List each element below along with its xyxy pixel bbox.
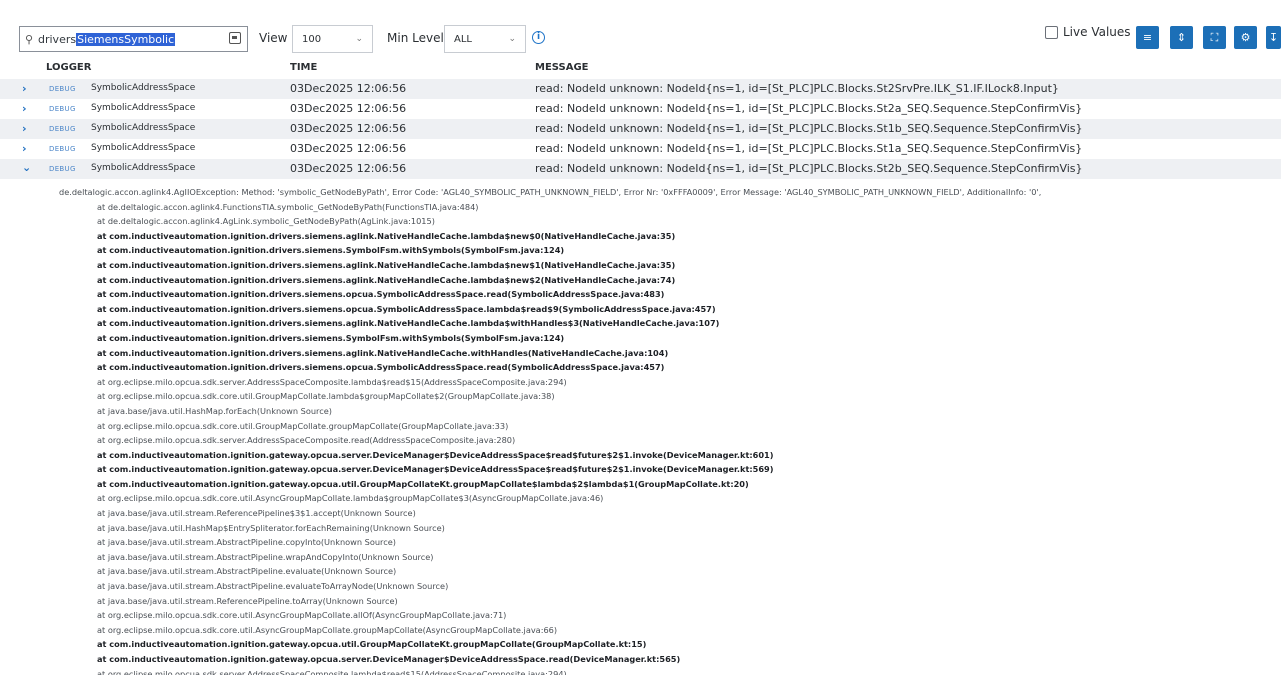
filter-button[interactable]: ≡ [1136, 26, 1159, 49]
view-label: View [259, 31, 288, 45]
search-text: drivers [38, 32, 77, 46]
time-cell: 03Dec2025 12:06:56 [290, 122, 407, 135]
time-cell: 03Dec2025 12:06:56 [290, 102, 407, 115]
logger-cell: SymbolicAddressSpace [91, 103, 196, 113]
logger-cell: SymbolicAddressSpace [91, 163, 196, 173]
trace-line: at org.eclipse.milo.opcua.sdk.core.util.… [97, 391, 555, 402]
trace-line: at com.inductiveautomation.ignition.driv… [97, 230, 676, 241]
trace-line: at com.inductiveautomation.ignition.gate… [97, 639, 647, 650]
column-header-logger[interactable]: LOGGER [46, 62, 91, 73]
chevron-right-icon[interactable]: › [22, 122, 27, 135]
trace-line: at de.deltalogic.accon.aglink4.Functions… [97, 201, 479, 212]
chevron-right-icon[interactable]: › [22, 82, 27, 95]
search-input[interactable]: ⚲ drivers SiemensSymbolic [19, 26, 248, 52]
gear-icon: ⚙ [1240, 31, 1251, 44]
table-row[interactable]: › DEBUG SymbolicAddressSpace 03Dec2025 1… [0, 79, 1281, 99]
logger-cell: SymbolicAddressSpace [91, 83, 196, 93]
table-row[interactable]: › DEBUG SymbolicAddressSpace 03Dec2025 1… [0, 139, 1281, 159]
trace-line: at org.eclipse.milo.opcua.sdk.core.util.… [97, 493, 604, 504]
expand-button[interactable]: ⛶ [1203, 26, 1226, 49]
stack-trace: de.deltalogic.accon.aglink4.AgIIOExcepti… [0, 185, 1281, 675]
trace-line: at java.base/java.util.HashMap$EntrySpli… [97, 522, 445, 533]
toolbar: ⚲ drivers SiemensSymbolic View 100 ⌄ Min… [0, 0, 1281, 57]
live-values-checkbox[interactable] [1045, 25, 1058, 39]
message-cell: read: NodeId unknown: NodeId{ns=1, id=[S… [535, 82, 1059, 95]
trace-line: at org.eclipse.milo.opcua.sdk.core.util.… [97, 624, 558, 635]
level-badge: DEBUG [49, 85, 76, 93]
filter-icon: ≡ [1142, 31, 1153, 44]
trace-line: at org.eclipse.milo.opcua.sdk.server.Add… [97, 668, 567, 675]
download-icon: ↧ [1268, 31, 1279, 44]
trace-line: at java.base/java.util.stream.AbstractPi… [97, 581, 449, 592]
search-icon: ⚲ [24, 32, 34, 46]
message-cell: read: NodeId unknown: NodeId{ns=1, id=[S… [535, 162, 1083, 175]
logger-cell: SymbolicAddressSpace [91, 123, 196, 133]
min-level-label: Min Level [387, 31, 444, 45]
collapse-button[interactable]: ⇕ [1170, 26, 1193, 49]
chevron-down-icon[interactable]: ⌄ [22, 161, 31, 174]
level-badge: DEBUG [49, 145, 76, 153]
min-level-select[interactable]: ALL ⌄ [444, 25, 526, 53]
level-badge: DEBUG [49, 165, 76, 173]
min-level-value: ALL [454, 33, 472, 45]
trace-line: at com.inductiveautomation.ignition.driv… [97, 274, 676, 285]
time-cell: 03Dec2025 12:06:56 [290, 142, 407, 155]
trace-line: at java.base/java.util.stream.AbstractPi… [97, 537, 396, 548]
message-cell: read: NodeId unknown: NodeId{ns=1, id=[S… [535, 142, 1083, 155]
trace-line: at java.base/java.util.stream.ReferenceP… [97, 595, 398, 606]
level-badge: DEBUG [49, 125, 76, 133]
view-value: 100 [302, 33, 322, 45]
download-button[interactable]: ↧ [1266, 26, 1281, 49]
level-badge: DEBUG [49, 105, 76, 113]
chevron-right-icon[interactable]: › [22, 102, 27, 115]
view-select[interactable]: 100 ⌄ [292, 25, 373, 53]
message-cell: read: NodeId unknown: NodeId{ns=1, id=[S… [535, 102, 1083, 115]
time-cell: 03Dec2025 12:06:56 [290, 82, 407, 95]
column-header-message[interactable]: MESSAGE [535, 62, 589, 73]
trace-line: at com.inductiveautomation.ignition.driv… [97, 362, 665, 373]
chevron-down-icon: ⌄ [355, 34, 363, 44]
trace-line: at org.eclipse.milo.opcua.sdk.server.Add… [97, 376, 567, 387]
time-cell: 03Dec2025 12:06:56 [290, 162, 407, 175]
table-row[interactable]: › DEBUG SymbolicAddressSpace 03Dec2025 1… [0, 99, 1281, 119]
trace-line: at com.inductiveautomation.ignition.driv… [97, 259, 676, 270]
live-values-toggle[interactable]: Live Values [1045, 25, 1131, 39]
collapse-icon: ⇕ [1176, 31, 1187, 44]
trace-line: at com.inductiveautomation.ignition.gate… [97, 654, 681, 664]
chevron-right-icon[interactable]: › [22, 142, 27, 155]
expand-icon: ⛶ [1210, 30, 1219, 44]
info-icon[interactable]: i [532, 31, 545, 44]
trace-line: at java.base/java.util.HashMap.forEach(U… [97, 405, 332, 416]
trace-line: at com.inductiveautomation.ignition.driv… [97, 318, 720, 329]
table-row-expanded[interactable]: ⌄ DEBUG SymbolicAddressSpace 03Dec2025 1… [0, 159, 1281, 179]
settings-button[interactable]: ⚙ [1234, 26, 1257, 49]
trace-line: at com.inductiveautomation.ignition.driv… [97, 347, 669, 358]
message-cell: read: NodeId unknown: NodeId{ns=1, id=[S… [535, 122, 1083, 135]
trace-line: at com.inductiveautomation.ignition.driv… [97, 303, 716, 314]
exception-header: de.deltalogic.accon.aglink4.AgIIOExcepti… [59, 187, 1042, 197]
live-values-label: Live Values [1063, 25, 1131, 39]
column-header-time[interactable]: TIME [290, 62, 317, 73]
trace-line: at com.inductiveautomation.ignition.driv… [97, 332, 565, 343]
table-row[interactable]: › DEBUG SymbolicAddressSpace 03Dec2025 1… [0, 119, 1281, 139]
trace-line: at de.deltalogic.accon.aglink4.AgLink.sy… [97, 216, 435, 227]
logger-cell: SymbolicAddressSpace [91, 143, 196, 153]
trace-line: at org.eclipse.milo.opcua.sdk.server.Add… [97, 435, 516, 446]
trace-line: at java.base/java.util.stream.AbstractPi… [97, 551, 434, 562]
trace-line: at org.eclipse.milo.opcua.sdk.core.util.… [97, 420, 509, 431]
trace-line: at java.base/java.util.stream.ReferenceP… [97, 508, 416, 519]
trace-line: at com.inductiveautomation.ignition.gate… [97, 478, 749, 489]
search-selected-text: SiemensSymbolic [76, 32, 176, 46]
trace-line: at com.inductiveautomation.ignition.driv… [97, 289, 665, 300]
calendar-icon[interactable] [229, 32, 241, 44]
trace-line: at com.inductiveautomation.ignition.gate… [97, 464, 774, 475]
chevron-down-icon: ⌄ [508, 34, 516, 44]
trace-line: at org.eclipse.milo.opcua.sdk.core.util.… [97, 610, 507, 621]
trace-line: at com.inductiveautomation.ignition.driv… [97, 245, 565, 256]
trace-line: at com.inductiveautomation.ignition.gate… [97, 449, 774, 460]
table-header: LOGGER TIME MESSAGE [0, 59, 1281, 77]
trace-line: at java.base/java.util.stream.AbstractPi… [97, 566, 397, 577]
